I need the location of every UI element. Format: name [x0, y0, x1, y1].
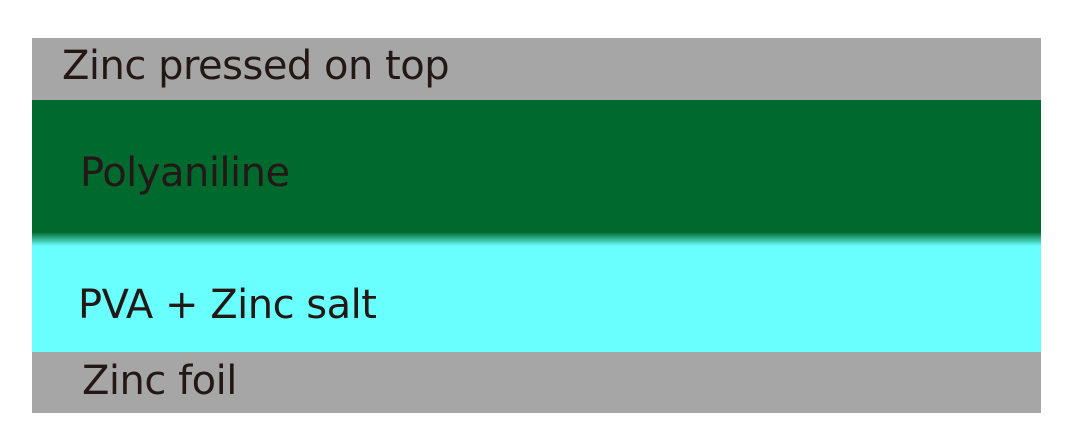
layer-zinc-top: Zinc pressed on top — [32, 38, 1041, 100]
layer-zinc-foil: Zinc foil — [32, 352, 1041, 413]
layer-label: Zinc pressed on top — [62, 43, 450, 89]
layer-label: Zinc foil — [82, 358, 237, 404]
layer-label: Polyaniline — [80, 150, 290, 196]
layer-polyaniline-pva: Polyaniline PVA + Zinc salt — [32, 100, 1041, 352]
layer-label: PVA + Zinc salt — [78, 282, 377, 328]
